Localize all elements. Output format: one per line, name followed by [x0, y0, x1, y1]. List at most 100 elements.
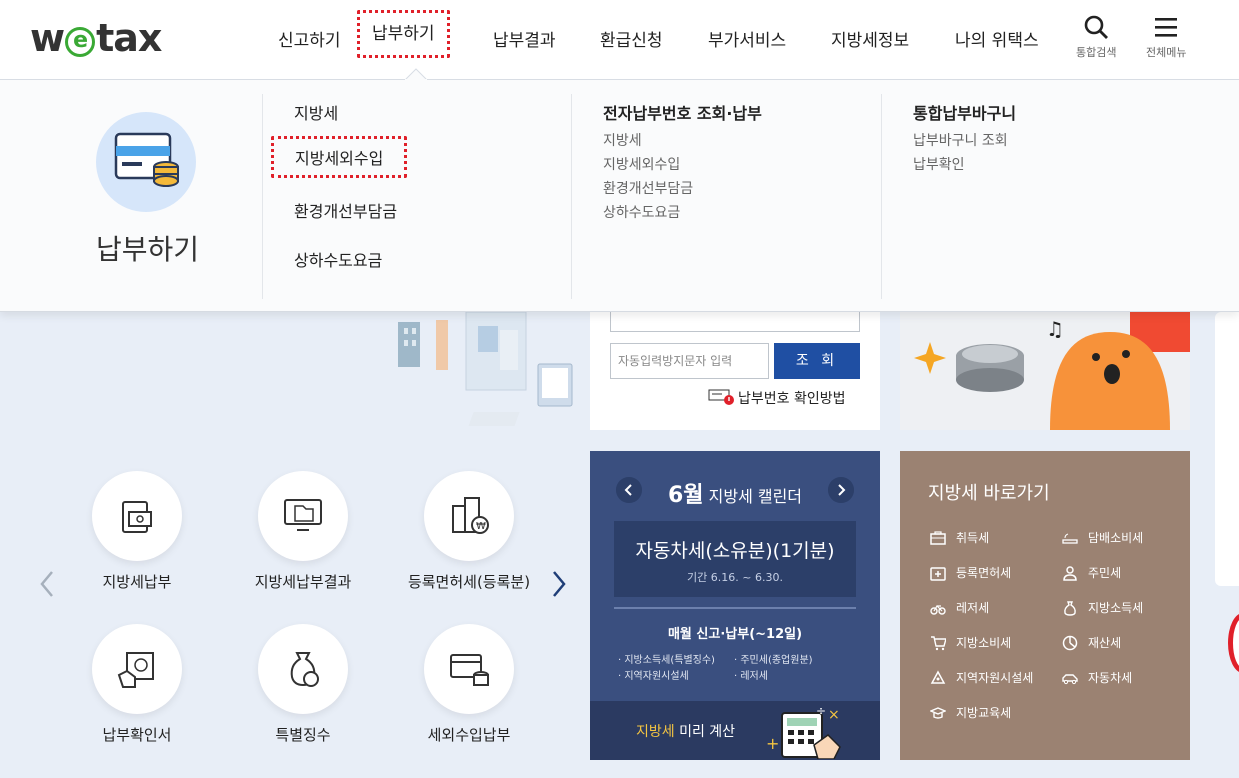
mascot-coin-illustration: ♫ [914, 312, 1190, 430]
nav-my-wetax[interactable]: 나의 위택스 [955, 26, 1039, 51]
basket-confirm[interactable]: 납부확인 [913, 154, 965, 174]
menu-pointer [405, 68, 427, 81]
money-bag-icon [258, 624, 348, 714]
monthly-item-label: 지역자원시설세 [624, 671, 689, 682]
shortcut-local-consumption-tax[interactable]: 지방소비세 [930, 634, 1011, 651]
monthly-item: · 주민세(종업원분) [734, 655, 813, 666]
monthly-item: · 레저세 [734, 671, 768, 682]
shortcut-label: 담배소비세 [1088, 531, 1144, 545]
shortcut-leisure-tax[interactable]: 레저세 [930, 599, 989, 616]
monthly-item-label: 주민세(종업원분) [740, 655, 813, 666]
person-icon [1063, 565, 1077, 581]
tax-calculator-highlight: 지방세 [636, 724, 675, 740]
quick-label: 특별징수 [275, 726, 331, 744]
quick-local-tax-payment[interactable]: 지방세납부 [72, 471, 202, 592]
quick-next-arrow-icon[interactable] [550, 570, 568, 598]
electronic-payment-title[interactable]: 전자납부번호 조회·납부 [603, 100, 762, 124]
graduation-cap-icon [930, 706, 946, 719]
shortcut-label: 재산세 [1088, 636, 1122, 650]
medical-kit-icon [930, 566, 946, 581]
payment-number-howto-link[interactable]: 납부번호 확인방법 [708, 388, 846, 408]
nav-payment[interactable]: 납부하기 [357, 10, 450, 58]
monthly-item-label: 지방소득세(특별징수) [624, 655, 715, 666]
logo-text-tax: tax [96, 16, 162, 60]
shortcut-registration-license-tax[interactable]: 등록면허세 [930, 564, 1011, 581]
shortcut-resident-tax[interactable]: 주민세 [1062, 564, 1121, 581]
quick-registration-license-tax[interactable]: ₩ 등록면허세(등록분) [404, 471, 534, 592]
quick-local-tax-payment-result[interactable]: 지방세납부결과 [238, 471, 368, 592]
shortcut-property-tax[interactable]: 재산세 [1062, 634, 1121, 651]
recycle-icon [930, 669, 946, 684]
search-icon [1084, 15, 1109, 39]
epay-non-tax-revenue[interactable]: 지방세외수입 [603, 154, 680, 174]
search-button[interactable]: 조 회 [774, 343, 860, 379]
shortcut-acquisition-tax[interactable]: 취득세 [930, 529, 989, 546]
floating-badge[interactable] [1228, 613, 1239, 673]
monthly-filing-title: 매월 신고·납부(~12일) [667, 627, 803, 642]
quick-special-collection[interactable]: 특별징수 [238, 624, 368, 745]
basket-lookup[interactable]: 납부바구니 조회 [913, 130, 1008, 150]
shortcut-label: 지방교육세 [956, 706, 1012, 720]
city-illustration [398, 312, 573, 426]
nav-payment-result[interactable]: 납부결과 [493, 26, 556, 51]
nav-payment-label: 납부하기 [372, 24, 435, 44]
submenu-water-fee[interactable]: 상하수도요금 [294, 247, 382, 271]
bicycle-icon [930, 604, 946, 615]
captcha-input[interactable]: 자동입력방지문자 입력 [610, 343, 769, 379]
integrated-search-button[interactable]: 통합검색 [1076, 14, 1116, 60]
full-menu-button[interactable]: 전체메뉴 [1146, 14, 1186, 60]
payment-submenu-column: 지방세 지방세외수입 환경개선부담금 상하수도요금 [262, 94, 572, 299]
nav-report[interactable]: 신고하기 [278, 26, 341, 51]
quick-non-tax-revenue-payment[interactable]: 세외수입납부 [404, 624, 534, 745]
shortcut-tobacco-tax[interactable]: 담배소비세 [1062, 529, 1143, 546]
local-tax-payment-icon [92, 471, 182, 561]
shortcut-local-income-tax[interactable]: 지방소득세 [1062, 599, 1143, 616]
calendar-period: 기간 6.16. ~ 6.30. [687, 571, 783, 584]
calendar-month: 6월 [667, 483, 704, 508]
calendar-main-event[interactable]: 자동차세(소유분)(1기분) 기간 6.16. ~ 6.30. [614, 521, 856, 597]
full-menu-label: 전체메뉴 [1146, 46, 1187, 59]
site-header: w e tax 신고하기 납부하기 납부결과 환급신청 부가서비스 지방세정보 나의… [0, 0, 1239, 80]
svg-text:₩: ₩ [476, 521, 486, 532]
submenu-non-tax-revenue[interactable]: 지방세외수입 [271, 136, 408, 178]
shortcuts-title: 지방세 바로가기 [928, 483, 1050, 504]
submenu-environment-charge[interactable]: 환경개선부담금 [294, 198, 397, 222]
nav-refund[interactable]: 환급신청 [600, 26, 663, 51]
shortcut-regional-resource-tax[interactable]: 지역자원시설세 [930, 669, 1033, 686]
quick-label: 지방세납부 [102, 573, 172, 591]
wetax-logo[interactable]: w e tax [30, 16, 162, 60]
epay-water-fee[interactable]: 상하수도요금 [603, 202, 680, 222]
calculator-hand-icon: + × ÷ [766, 705, 841, 759]
shortcut-label: 지방소비세 [956, 636, 1012, 650]
monthly-item: · 지역자원시설세 [618, 671, 689, 682]
nav-extra-services[interactable]: 부가서비스 [708, 26, 786, 51]
tax-calculator-text: 지방세 미리 계산 [636, 721, 735, 741]
epay-local-tax[interactable]: 지방세 [603, 130, 642, 150]
shopping-cart-icon [931, 635, 946, 650]
right-side-panel [1215, 312, 1239, 586]
payment-certificate-icon [92, 624, 182, 714]
shortcut-label: 주민세 [1088, 566, 1122, 580]
payment-number-input-remnant[interactable] [610, 310, 860, 332]
shortcut-vehicle-tax[interactable]: 자동차세 [1062, 669, 1132, 686]
tax-calculator-link[interactable]: 지방세 미리 계산 + × ÷ [590, 701, 880, 760]
card-coins-icon [424, 624, 514, 714]
logo-text-w: w [30, 16, 65, 60]
epay-environment-charge[interactable]: 환경개선부담금 [603, 178, 693, 198]
payment-basket-column: 통합납부바구니 납부바구니 조회 납부확인 [881, 94, 1181, 299]
nav-local-tax-info[interactable]: 지방세정보 [831, 26, 909, 51]
shortcut-label: 취득세 [956, 531, 990, 545]
electronic-payment-column: 전자납부번호 조회·납부 지방세 지방세외수입 환경개선부담금 상하수도요금 [571, 94, 881, 299]
payment-category-icon [96, 112, 196, 212]
calendar-main-item: 자동차세(소유분)(1기분) [635, 540, 835, 562]
shortcut-local-education-tax[interactable]: 지방교육세 [930, 704, 1011, 721]
promo-banner[interactable]: ♫ [900, 312, 1190, 430]
quick-prev-arrow-icon[interactable] [38, 570, 56, 598]
quick-payment-certificate[interactable]: 납부확인서 [72, 624, 202, 745]
payment-basket-title[interactable]: 통합납부바구니 [913, 100, 1016, 124]
shortcut-label: 레저세 [956, 601, 990, 615]
tax-calculator-label: 미리 계산 [674, 724, 736, 740]
local-tax-shortcuts: 지방세 바로가기 취득세 담배소비세 등록면허세 주민세 레저세 지방소득세 지… [900, 451, 1190, 760]
submenu-local-tax[interactable]: 지방세 [294, 100, 338, 124]
quick-label: 납부확인서 [102, 726, 172, 744]
